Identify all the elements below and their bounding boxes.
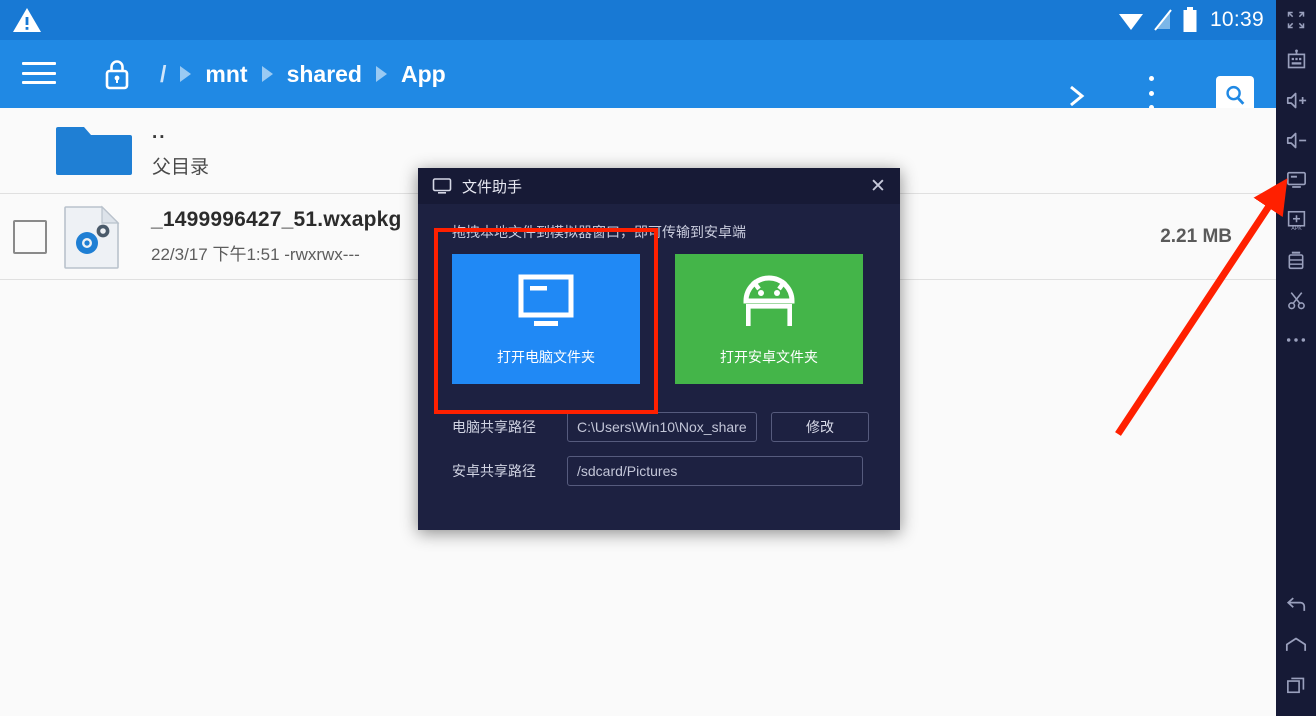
multi-instance-icon[interactable] — [1276, 240, 1316, 280]
breadcrumb[interactable]: / mnt shared App — [156, 40, 1032, 108]
shared-folder-monitor-icon[interactable] — [1276, 160, 1316, 200]
status-bar-right: 10:39 — [1118, 7, 1264, 33]
parent-directory-name: .. — [152, 122, 167, 143]
status-bar-clock: 10:39 — [1209, 8, 1264, 31]
robot-macro-icon[interactable] — [1276, 40, 1316, 80]
dialog-paths: 电脑共享路径 C:\Users\Win10\Nox_share 修改 安卓共享路… — [418, 384, 900, 486]
android-share-path-row: 安卓共享路径 /sdcard/Pictures — [418, 456, 900, 486]
close-icon[interactable]: ✕ — [866, 174, 890, 198]
status-bar: 10:39 — [0, 0, 1276, 40]
breadcrumb-separator-icon — [376, 66, 387, 82]
open-android-folder-button[interactable]: 打开安卓文件夹 — [675, 254, 863, 384]
pc-share-path-input[interactable]: C:\Users\Win10\Nox_share — [567, 412, 757, 442]
more-vertical-icon[interactable] — [1140, 76, 1162, 110]
file-helper-dialog: 文件助手 ✕ 拖拽本地文件到模拟器窗口，即可传输到安卓端 打开电脑文件夹 打开安… — [418, 168, 900, 530]
breadcrumb-item-root[interactable]: / — [156, 61, 170, 88]
parent-directory-text: .. 父目录 — [152, 122, 209, 179]
volume-up-icon[interactable] — [1276, 80, 1316, 120]
signal-off-icon — [1153, 8, 1173, 32]
folder-icon — [0, 119, 132, 182]
breadcrumb-separator-icon — [180, 66, 192, 82]
status-bar-left — [12, 6, 42, 34]
open-android-folder-label: 打开安卓文件夹 — [720, 349, 818, 365]
fullscreen-icon[interactable] — [1276, 0, 1316, 40]
hamburger-menu-icon[interactable] — [22, 58, 56, 88]
open-pc-folder-button[interactable]: 打开电脑文件夹 — [452, 254, 640, 384]
volume-down-icon[interactable] — [1276, 120, 1316, 160]
file-name: _1499996427_51.wxapkg — [151, 208, 402, 231]
emulator-window: 10:39 / mnt shared App .. 父目录 _149999642… — [0, 0, 1316, 716]
breadcrumb-separator-icon — [261, 66, 273, 82]
dialog-title: 文件助手 — [462, 178, 523, 196]
lock-icon[interactable] — [100, 56, 134, 92]
install-apk-icon[interactable]: APK — [1276, 200, 1316, 240]
dialog-hint-text: 拖拽本地文件到模拟器窗口，即可传输到安卓端 — [452, 224, 746, 240]
breadcrumb-item-mnt[interactable]: mnt — [201, 61, 251, 88]
pc-share-path-label: 电脑共享路径 — [452, 419, 536, 435]
parent-directory-subtitle: 父目录 — [152, 157, 210, 178]
dialog-title-bar[interactable]: 文件助手 ✕ — [418, 168, 900, 204]
breadcrumb-item-app[interactable]: App — [397, 61, 450, 88]
monitor-icon — [432, 177, 452, 195]
emulator-sidebar: APK — [1276, 0, 1316, 716]
svg-text:APK: APK — [1291, 226, 1302, 231]
android-share-path-label: 安卓共享路径 — [452, 463, 536, 479]
file-text-block: _1499996427_51.wxapkg 22/3/17 下午1:51 -rw… — [151, 208, 402, 265]
file-select-checkbox[interactable] — [13, 219, 47, 254]
more-horizontal-icon[interactable] — [1276, 320, 1316, 360]
file-meta: 22/3/17 下午1:51 -rwxrwx--- — [151, 245, 360, 264]
dialog-tiles: 打开电脑文件夹 打开安卓文件夹 — [418, 242, 900, 384]
android-robot-icon — [736, 271, 802, 333]
monitor-icon — [513, 271, 579, 333]
screenshot-scissors-icon[interactable] — [1276, 280, 1316, 320]
wifi-icon — [1118, 8, 1144, 32]
android-share-path-input[interactable]: /sdcard/Pictures — [567, 456, 863, 486]
file-settings-icon — [55, 205, 129, 269]
file-manager-toolbar: / mnt shared App — [0, 40, 1276, 137]
breadcrumb-item-shared[interactable]: shared — [283, 61, 366, 88]
back-icon[interactable] — [1276, 584, 1316, 624]
file-size: 2.21 MB — [1160, 225, 1232, 247]
pc-share-path-row: 电脑共享路径 C:\Users\Win10\Nox_share 修改 — [418, 412, 900, 442]
modify-path-button[interactable]: 修改 — [771, 412, 869, 442]
home-icon[interactable] — [1276, 624, 1316, 664]
open-pc-folder-label: 打开电脑文件夹 — [497, 349, 595, 365]
battery-icon — [1182, 7, 1198, 33]
warning-triangle-icon — [12, 6, 42, 34]
recents-icon[interactable] — [1276, 664, 1316, 704]
